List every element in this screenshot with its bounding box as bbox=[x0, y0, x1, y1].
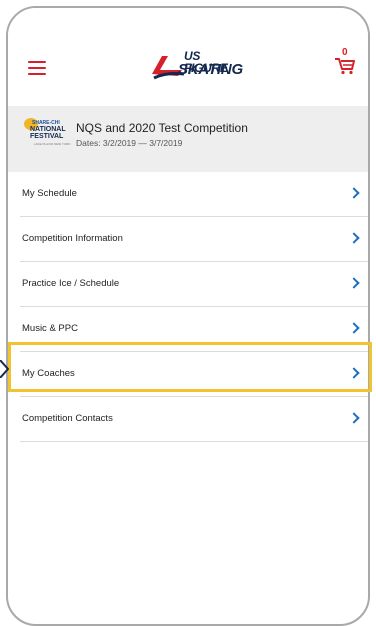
phone-frame: US FIGURE SKATING 0 SHARE-CHI NATIONAL F… bbox=[6, 6, 370, 626]
event-logo-line3: FESTIVAL bbox=[30, 133, 64, 140]
competition-menu: My Schedule Competition Information Prac… bbox=[8, 172, 368, 442]
menu-item-label: Music & PPC bbox=[22, 323, 78, 334]
chevron-right-icon bbox=[348, 187, 360, 199]
menu-item-label: Competition Contacts bbox=[22, 413, 113, 424]
menu-item-competition-information[interactable]: Competition Information bbox=[20, 217, 368, 262]
app-header: US FIGURE SKATING 0 bbox=[8, 8, 368, 104]
menu-item-competition-contacts[interactable]: Competition Contacts bbox=[20, 397, 368, 442]
menu-item-my-coaches[interactable]: My Coaches bbox=[20, 352, 368, 397]
chevron-right-icon bbox=[348, 412, 360, 424]
menu-item-practice-ice-schedule[interactable]: Practice Ice / Schedule bbox=[20, 262, 368, 307]
pointer-arrow-icon bbox=[0, 360, 9, 378]
event-logo: SHARE-CHI NATIONAL FESTIVAL LAKE PLACID … bbox=[24, 118, 70, 148]
cart-button[interactable]: 0 bbox=[334, 47, 356, 75]
event-dates: Dates: 3/2/2019 — 3/7/2019 bbox=[76, 138, 183, 148]
chevron-right-icon bbox=[348, 277, 360, 289]
event-banner: SHARE-CHI NATIONAL FESTIVAL LAKE PLACID … bbox=[8, 106, 368, 172]
event-title: NQS and 2020 Test Competition bbox=[76, 121, 248, 135]
menu-item-label: My Schedule bbox=[22, 188, 77, 199]
logo-text-skating: SKATING bbox=[178, 61, 243, 78]
chevron-right-icon bbox=[348, 232, 360, 244]
cart-count: 0 bbox=[342, 47, 348, 58]
us-figure-skating-logo: US FIGURE SKATING bbox=[148, 50, 244, 82]
menu-item-label: My Coaches bbox=[22, 368, 75, 379]
menu-item-my-schedule[interactable]: My Schedule bbox=[20, 172, 368, 217]
chevron-right-icon bbox=[348, 322, 360, 334]
menu-item-label: Competition Information bbox=[22, 233, 123, 244]
menu-item-music-ppc[interactable]: Music & PPC bbox=[20, 307, 368, 352]
menu-item-label: Practice Ice / Schedule bbox=[22, 278, 120, 289]
event-logo-line4: LAKE PLACID NEW YORK bbox=[34, 142, 71, 146]
event-logo-line2: NATIONAL bbox=[30, 126, 66, 133]
hamburger-menu-icon[interactable] bbox=[28, 61, 46, 75]
chevron-right-icon bbox=[348, 367, 360, 379]
